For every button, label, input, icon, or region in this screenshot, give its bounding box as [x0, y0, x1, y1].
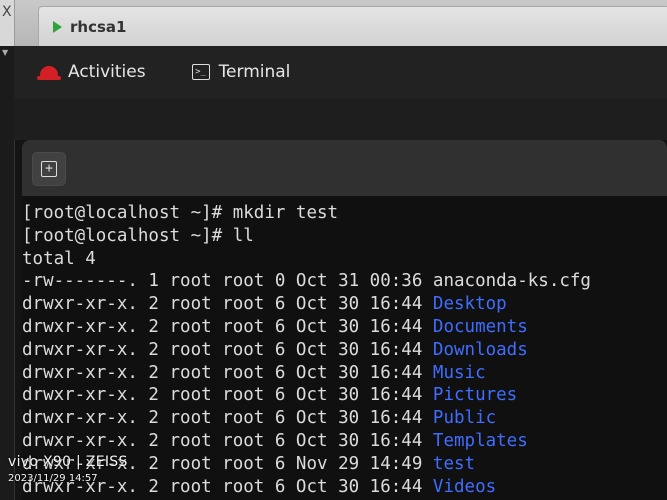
terminal-line: [root@localhost ~]# mkdir test — [22, 203, 339, 223]
file-metadata: drwxr-xr-x. 2 root root 6 Oct 30 16:44 — [22, 430, 423, 451]
directory-name: Videos — [432, 476, 497, 497]
directory-name: Desktop — [432, 294, 507, 315]
close-icon[interactable]: X — [2, 4, 12, 20]
redhat-logo-icon — [37, 66, 61, 80]
file-metadata: drwxr-xr-x. 2 root root 6 Oct 30 16:44 — [22, 362, 423, 383]
vm-left-panel: ▼ — [0, 46, 15, 500]
vm-tab[interactable]: rhcsa1 — [38, 6, 667, 47]
file-metadata: drwxr-xr-x. 2 root root 6 Oct 30 16:44 — [22, 316, 423, 337]
activities-label: Activities — [68, 62, 146, 82]
terminal-line: -rw-------. 1 root root 0 Oct 31 00:36 a… — [22, 270, 667, 293]
terminal-headerbar: + — [22, 140, 667, 196]
camera-watermark: vivo X90 | ZEISS 2023/11/29 14:57 — [8, 454, 128, 484]
terminal-line: drwxr-xr-x. 2 root root 6 Oct 30 16:44 D… — [22, 339, 667, 362]
vm-tab-title: rhcsa1 — [70, 18, 127, 36]
chevron-down-icon[interactable]: ▼ — [2, 48, 8, 57]
directory-name: Downloads — [432, 339, 528, 360]
terminal-line: drwxr-xr-x. 2 root root 6 Oct 30 16:44 M… — [22, 362, 667, 385]
desktop-background — [14, 98, 667, 140]
directory-name: test — [432, 453, 476, 474]
vm-sidebar-edge: X — [0, 0, 15, 46]
file-metadata: drwxr-xr-x. 2 root root 6 Oct 30 16:44 — [22, 294, 423, 315]
vm-tab-strip: X rhcsa1 — [0, 0, 667, 47]
file-metadata: drwxr-xr-x. 2 root root 6 Oct 30 16:44 — [22, 385, 423, 406]
app-menu-label: Terminal — [218, 62, 291, 82]
directory-name: Templates — [432, 430, 528, 451]
file-metadata: -rw-------. 1 root root 0 Oct 31 00:36 — [22, 271, 423, 292]
app-menu-terminal[interactable]: >_ Terminal — [191, 62, 291, 82]
watermark-brand: vivo X90 | ZEISS — [8, 454, 128, 470]
terminal-line: [root@localhost ~]# ll — [22, 225, 254, 246]
play-icon — [53, 21, 62, 33]
directory-name: Public — [432, 408, 497, 429]
directory-name: Documents — [432, 316, 528, 337]
terminal-line: drwxr-xr-x. 2 root root 6 Oct 30 16:44 P… — [22, 407, 667, 430]
terminal-icon: >_ — [191, 64, 210, 80]
directory-name: Music — [432, 362, 486, 383]
file-metadata: drwxr-xr-x. 2 root root 6 Oct 30 16:44 — [22, 408, 423, 429]
terminal-line: drwxr-xr-x. 2 root root 6 Oct 30 16:44 D… — [22, 293, 667, 316]
file-metadata: drwxr-xr-x. 2 root root 6 Oct 30 16:44 — [22, 339, 423, 360]
terminal-line: drwxr-xr-x. 2 root root 6 Oct 30 16:44 D… — [22, 316, 667, 339]
directory-name: Pictures — [432, 385, 518, 406]
terminal-line: drwxr-xr-x. 2 root root 6 Oct 30 16:44 T… — [22, 430, 667, 453]
watermark-datetime: 2023/11/29 14:57 — [8, 473, 98, 484]
activities-button[interactable]: Activities — [37, 62, 146, 82]
terminal-line: total 4 — [22, 248, 96, 269]
new-tab-button[interactable]: + — [32, 152, 66, 186]
gnome-top-bar: Activities >_ Terminal — [14, 46, 667, 98]
terminal-line: drwxr-xr-x. 2 root root 6 Oct 30 16:44 P… — [22, 384, 667, 407]
file-name: anaconda-ks.cfg — [432, 271, 591, 292]
new-tab-icon: + — [41, 161, 57, 177]
